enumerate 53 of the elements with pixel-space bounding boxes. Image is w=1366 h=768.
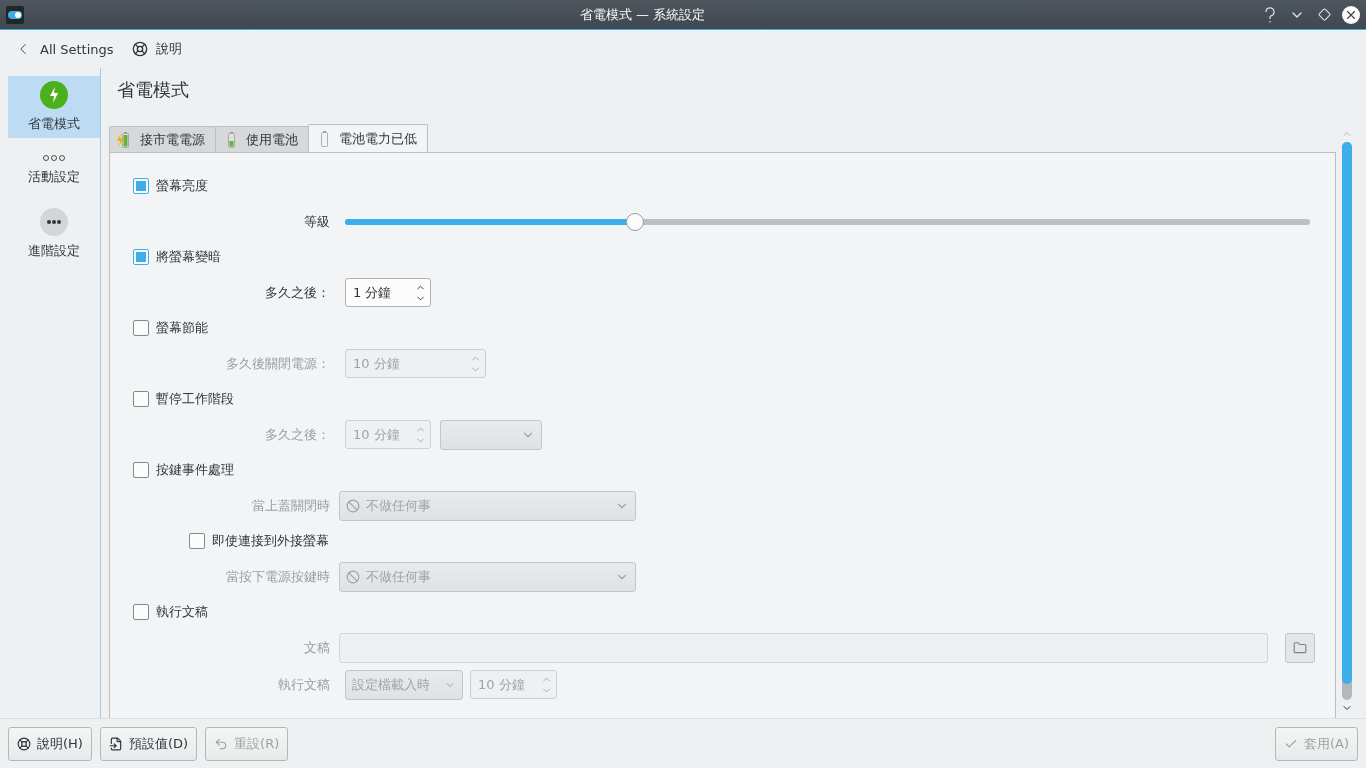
close-icon[interactable]: [1342, 5, 1360, 24]
sidebar-item[interactable]: 活動設定: [8, 138, 100, 202]
field-label: 當按下電源按鍵時: [225, 567, 330, 586]
slider[interactable]: [345, 211, 1310, 232]
more-icon: [40, 208, 68, 236]
dialog-button[interactable]: 預設值(D): [99, 726, 198, 761]
maximize-icon[interactable]: [1315, 5, 1333, 24]
field-label: 多久後關閉電源：: [225, 354, 330, 373]
checkbox-label: 按鍵事件處理: [156, 461, 234, 479]
dots-icon: [42, 154, 66, 162]
checkbox[interactable]: [133, 249, 149, 265]
lifebuoy-icon: [131, 41, 148, 57]
checkbox[interactable]: [133, 178, 149, 194]
prohibited-icon: [346, 498, 360, 513]
lifebuoy-icon: [17, 736, 31, 751]
document-icon: [108, 736, 123, 751]
checkbox[interactable]: [133, 320, 149, 336]
undo-icon: [214, 736, 229, 751]
checkbox[interactable]: [133, 462, 149, 478]
prohibited-icon: [346, 569, 360, 584]
slider-handle[interactable]: [625, 212, 644, 231]
folder-icon: [1293, 640, 1307, 655]
back-button[interactable]: All Settings: [14, 40, 114, 58]
checkbox[interactable]: [133, 391, 149, 407]
slider-label: 等級: [303, 212, 330, 231]
field-label: 多久之後：: [264, 283, 330, 302]
field-label: 執行文稿: [277, 675, 330, 694]
toggle-icon: [6, 5, 24, 24]
window-title: 省電模式 — 系統設定: [578, 5, 707, 24]
charging-battery-icon: [116, 131, 130, 148]
checkbox-label: 將螢幕變暗: [156, 248, 221, 266]
checkbox[interactable]: [133, 604, 149, 620]
dialog-button[interactable]: 說明(H): [8, 726, 92, 761]
tab[interactable]: 使用電池: [215, 126, 309, 152]
field-label: 多久之後：: [264, 425, 330, 444]
folder-button[interactable]: [1285, 632, 1315, 663]
field-label: 當上蓋關閉時: [251, 496, 330, 515]
checkbox[interactable]: [189, 533, 205, 549]
dropdown[interactable]: [440, 419, 542, 450]
tab[interactable]: 接市電電源: [109, 126, 216, 152]
field-label: 文稿: [303, 638, 330, 657]
tab[interactable]: 電池電力已低: [308, 124, 428, 152]
help-button[interactable]: 說明: [131, 40, 182, 58]
checkbox-label: 執行文稿: [156, 603, 208, 621]
checkbox-label: 螢幕節能: [156, 319, 208, 337]
sidebar-item[interactable]: 省電模式: [8, 76, 100, 138]
sidebar-item[interactable]: 進階設定: [8, 202, 100, 266]
page-title: 省電模式: [117, 78, 190, 102]
checkbox-label: 暫停工作階段: [156, 390, 234, 408]
spin-box[interactable]: 1 分鐘: [345, 278, 431, 307]
checkbox-label: 即使連接到外接螢幕: [212, 532, 329, 550]
checkbox-label: 螢幕亮度: [156, 177, 208, 195]
lightning-icon: [40, 81, 68, 109]
